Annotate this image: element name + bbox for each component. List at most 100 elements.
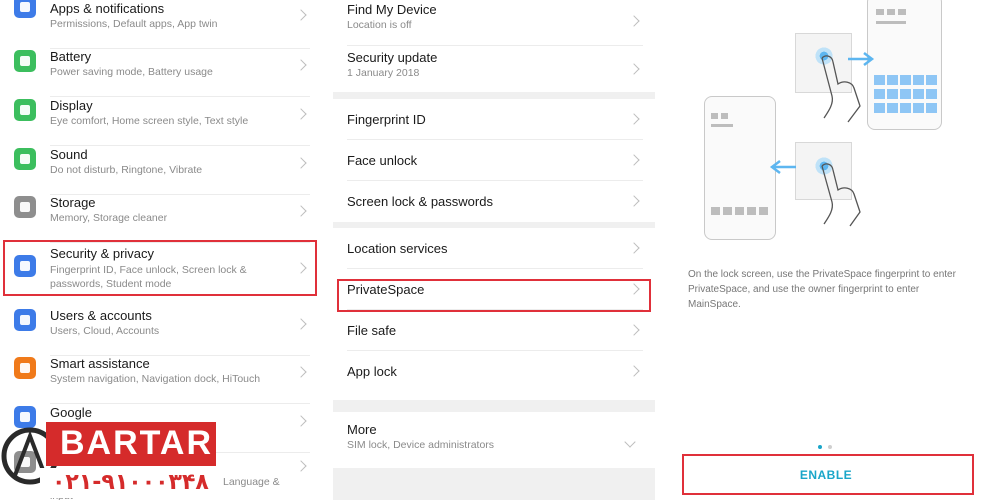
security-item-face[interactable]: Face unlock [333, 140, 655, 181]
highlight-privatespace [337, 279, 651, 312]
chevron-right-icon [628, 323, 640, 336]
settings-item-subtitle: Language & [223, 476, 280, 488]
app-tile [926, 75, 937, 85]
settings-item-subtitle: Power saving mode, Battery usage [50, 66, 213, 78]
page-indicator-active [818, 445, 822, 449]
settings-item-display[interactable]: Display Eye comfort, Home screen style, T… [0, 97, 322, 146]
display-icon [14, 99, 36, 121]
security-item-find[interactable]: Find My Device Location is off [333, 0, 655, 46]
chevron-right-icon [628, 63, 640, 75]
settings-item-sound[interactable]: Sound Do not disturb, Ringtone, Vibrate [0, 146, 322, 195]
settings-item-title: Apps & notifications [50, 1, 165, 16]
security-item-location[interactable]: Location services [333, 228, 655, 269]
chevron-right-icon [628, 241, 640, 254]
settings-item-smart[interactable]: Smart assistance System navigation, Navig… [0, 355, 322, 404]
watermark-brand: BARTAR [60, 424, 214, 462]
apps-icon [14, 0, 36, 18]
app-tile [926, 103, 937, 113]
chevron-right-icon [628, 194, 640, 207]
security-item-title: Security update [347, 50, 438, 65]
app-tile [887, 75, 898, 85]
security-item-subtitle: 1 January 2018 [347, 67, 420, 79]
app-tile [887, 89, 898, 99]
group-biometrics: Fingerprint ID Face unlock Screen lock & p… [333, 99, 655, 222]
settings-item-title: Smart assistance [50, 356, 150, 371]
arrow-right-icon [848, 52, 875, 66]
settings-item-title: Storage [50, 195, 96, 210]
security-item-filesafe[interactable]: File safe [333, 310, 655, 351]
highlight-enable [682, 454, 974, 495]
privatespace-description: On the lock screen, use the PrivateSpace… [688, 269, 956, 310]
watermark: BARTAR ۰۲۱-۹۱۰۰۰۳۴۸ [0, 418, 218, 500]
app-tile [913, 89, 924, 99]
security-item-title: Location services [347, 240, 448, 256]
app-tile [926, 89, 937, 99]
security-item-subtitle: SIM lock, Device administrators [347, 439, 495, 451]
chevron-right-icon [628, 112, 640, 125]
security-item-subtitle: Location is off [347, 19, 412, 31]
security-item-title: Screen lock & passwords [347, 193, 493, 209]
chevron-right-icon [295, 366, 307, 378]
settings-item-title: Users & accounts [50, 308, 152, 323]
app-tile [887, 103, 898, 113]
security-item-more[interactable]: More SIM lock, Device administrators [333, 418, 655, 474]
group-more: More SIM lock, Device administrators [333, 412, 655, 468]
security-item-applock[interactable]: App lock [333, 351, 655, 392]
chevron-right-icon [295, 460, 307, 472]
highlight-security-privacy [3, 240, 317, 296]
arrow-left-icon [769, 160, 796, 174]
security-item-title: Fingerprint ID [347, 111, 426, 127]
settings-item-storage[interactable]: Storage Memory, Storage cleaner [0, 194, 322, 243]
page-indicator-inactive [828, 445, 832, 449]
settings-item-subtitle: Permissions, Default apps, App twin [50, 18, 218, 30]
app-tile [900, 103, 911, 113]
illustration-phone-private [704, 96, 776, 240]
chevron-right-icon [295, 157, 307, 169]
settings-item-title: Display [50, 98, 93, 113]
app-tile [900, 89, 911, 99]
watermark-phone: ۰۲۱-۹۱۰۰۰۳۴۸ [52, 470, 209, 495]
security-item-fingerprint[interactable]: Fingerprint ID [333, 99, 655, 140]
security-item-title: More [347, 422, 377, 437]
group-device: Find My Device Location is off Security up… [333, 0, 655, 92]
illustration-phone-main [867, 0, 942, 130]
privatespace-panel: On the lock screen, use the PrivateSpace… [668, 0, 984, 500]
sound-icon [14, 148, 36, 170]
settings-item-subtitle: Memory, Storage cleaner [50, 212, 168, 224]
settings-item-title: Sound [50, 147, 88, 162]
chevron-right-icon [295, 318, 307, 330]
security-item-title: App lock [347, 363, 397, 379]
users-icon [14, 309, 36, 331]
chevron-right-icon [295, 59, 307, 71]
storage-icon [14, 196, 36, 218]
chevron-right-icon [628, 153, 640, 166]
chevron-right-icon [295, 9, 307, 21]
chevron-down-icon [624, 436, 636, 448]
app-tile [900, 75, 911, 85]
security-privacy-panel: Find My Device Location is off Security up… [333, 0, 655, 500]
settings-item-subtitle: System navigation, Navigation dock, HiTo… [50, 373, 261, 385]
settings-item-subtitle: Users, Cloud, Accounts [50, 325, 160, 337]
settings-item-battery[interactable]: Battery Power saving mode, Battery usage [0, 48, 322, 97]
settings-item-subtitle: Do not disturb, Ringtone, Vibrate [50, 164, 203, 176]
chevron-right-icon [628, 15, 640, 27]
settings-item-subtitle: Eye comfort, Home screen style, Text sty… [50, 115, 249, 127]
chevron-right-icon [628, 364, 640, 377]
security-item-screenlock[interactable]: Screen lock & passwords [333, 181, 655, 222]
security-item-title: File safe [347, 322, 397, 338]
app-tile [913, 103, 924, 113]
chevron-right-icon [295, 205, 307, 217]
app-tile [913, 75, 924, 85]
hand-icon [14, 357, 36, 379]
security-item-title: Face unlock [347, 152, 418, 168]
security-item-update[interactable]: Security update 1 January 2018 [333, 46, 655, 94]
settings-item-title: Battery [50, 49, 92, 64]
security-item-title: Find My Device [347, 2, 437, 17]
chevron-right-icon [295, 415, 307, 427]
settings-item-users[interactable]: Users & accounts Users, Cloud, Accounts [0, 307, 322, 356]
hand-bottom-icon [821, 163, 861, 227]
chevron-right-icon [295, 108, 307, 120]
group-privacy: Location services PrivateSpace File safe Ap… [333, 228, 655, 400]
settings-item-apps[interactable]: Apps & notifications Permissions, Default… [0, 0, 322, 49]
battery-icon [14, 50, 36, 72]
